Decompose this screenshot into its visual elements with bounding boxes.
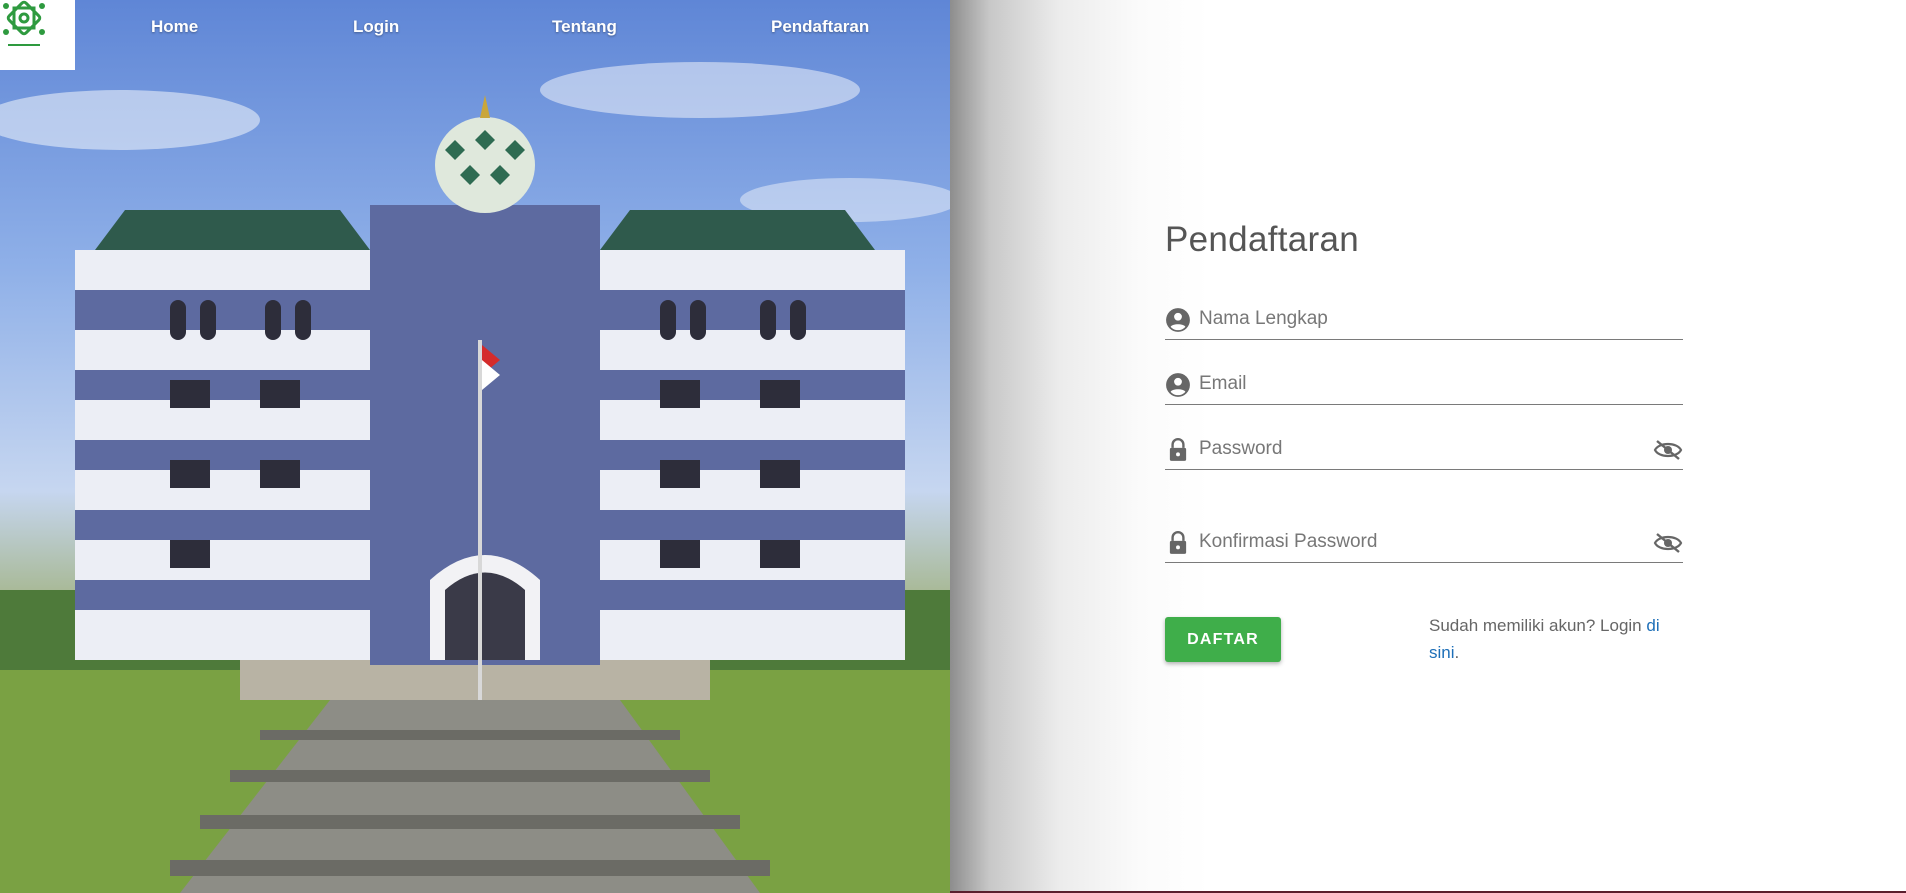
campus-building-illustration bbox=[0, 62, 950, 893]
login-hint-text: Sudah memiliki akun? Login bbox=[1429, 616, 1647, 635]
account-circle-icon bbox=[1166, 308, 1190, 332]
hero-image: Home Login Tentang Pendaftaran bbox=[0, 0, 950, 893]
login-hint: Sudah memiliki akun? Login di sini. bbox=[1429, 612, 1683, 666]
account-circle-icon bbox=[1166, 373, 1190, 397]
email-field bbox=[1165, 365, 1683, 405]
password-field bbox=[1165, 430, 1683, 470]
login-hint-suffix: . bbox=[1454, 643, 1460, 662]
lock-icon bbox=[1169, 530, 1187, 554]
full-name-field bbox=[1165, 300, 1683, 340]
lock-icon bbox=[1169, 437, 1187, 461]
password-input[interactable] bbox=[1199, 434, 1639, 464]
email-input[interactable] bbox=[1199, 369, 1639, 399]
nav-tentang-link[interactable]: Tentang bbox=[552, 17, 617, 37]
registration-form: Pendaftaran Nama Lengkap Email DAFTAR Su… bbox=[1165, 220, 1683, 662]
full-name-input[interactable] bbox=[1199, 304, 1639, 334]
nav-pendaftaran-link[interactable]: Pendaftaran bbox=[771, 17, 869, 37]
confirm-password-field bbox=[1165, 523, 1683, 563]
eye-off-icon[interactable] bbox=[1653, 438, 1683, 462]
daftar-button[interactable]: DAFTAR bbox=[1165, 617, 1281, 662]
top-navigation: Home Login Tentang Pendaftaran bbox=[0, 17, 950, 41]
confirm-password-input[interactable] bbox=[1199, 527, 1639, 557]
nav-login-link[interactable]: Login bbox=[353, 17, 399, 37]
eye-off-icon[interactable] bbox=[1653, 531, 1683, 555]
form-title: Pendaftaran bbox=[1165, 220, 1360, 259]
nav-home-link[interactable]: Home bbox=[151, 17, 198, 37]
